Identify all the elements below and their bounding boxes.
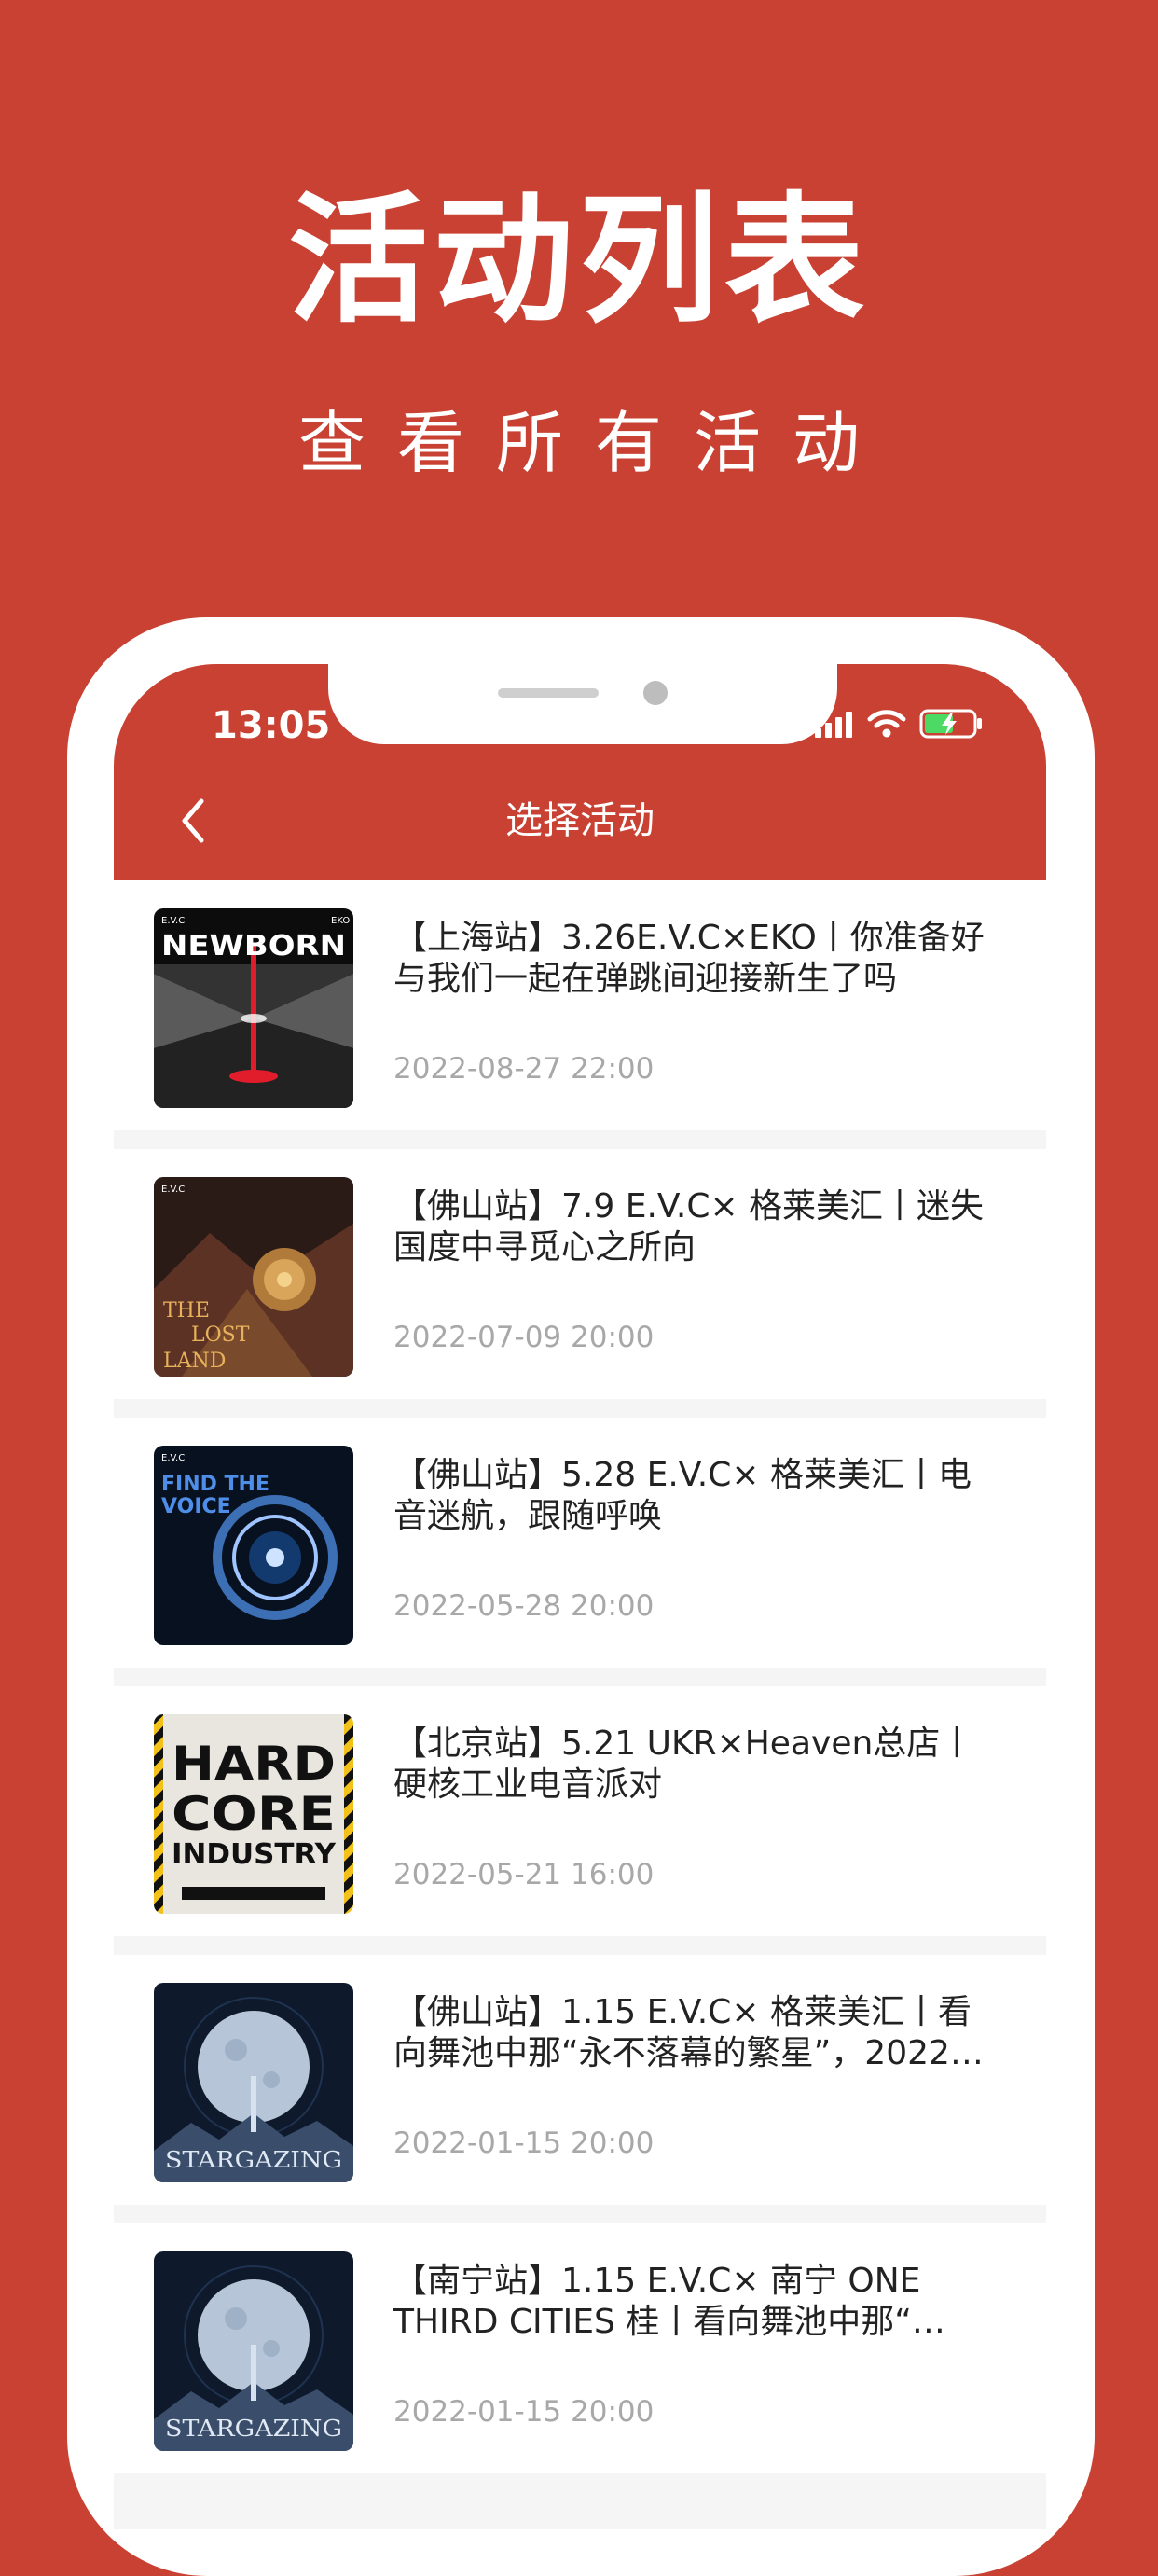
poster-headline-2: LOST [191,1323,250,1347]
poster-headline: STARGAZING [165,2147,342,2173]
event-item[interactable]: STARGAZING 【佛山站】1.15 E.V.C× 格莱美汇丨看向舞池中那“… [114,1955,1046,2205]
phone-notch [328,664,837,744]
poster-line-2: CORE [172,1787,336,1841]
event-item[interactable]: HARD CORE INDUSTRY 【北京站】5.21 UKR×Heaven总… [114,1686,1046,1936]
event-date: 2022-07-09 20:00 [393,1321,655,1354]
event-poster: E.V.C THE LOST LAND [154,1177,353,1377]
poster-headline-3: LAND [163,1350,226,1373]
event-title: 【佛山站】5.28 E.V.C× 格莱美汇丨电音迷航，跟随呼唤 [393,1456,972,1535]
poster-label-right: EKO [331,916,350,926]
poster-line-1: HARD [172,1737,336,1791]
status-icons [813,705,985,746]
nav-title: 选择活动 [505,799,655,842]
poster-headline: STARGAZING [165,2416,342,2442]
promo-subtitle: 查看所有活动 [297,404,891,482]
event-title: 【上海站】3.26E.V.C×EKO丨你准备好与我们一起在弹跳间迎接新生了吗 [393,919,985,998]
notch-camera [643,681,668,705]
poster-line-3: INDUSTRY [172,1838,337,1871]
event-poster: E.V.C EKO NEWBORN [154,908,353,1108]
event-item[interactable]: E.V.C FIND THE VOICE 【佛山站】5.28 E.V.C× 格莱… [114,1418,1046,1668]
event-list: E.V.C EKO NEWBORN 【上海站】3.26E.V.C×EKO丨你准备… [114,880,1046,2492]
event-poster: E.V.C FIND THE VOICE [154,1446,353,1645]
poster-label-left: E.V.C [161,1453,185,1463]
event-date: 2022-01-15 20:00 [393,2126,655,2160]
event-item[interactable]: E.V.C EKO NEWBORN 【上海站】3.26E.V.C×EKO丨你准备… [114,880,1046,1130]
event-poster: STARGAZING [154,1983,353,2182]
poster-headline-2: VOICE [161,1495,231,1518]
poster-headline-1: FIND THE [161,1473,269,1496]
poster-label-left: E.V.C [161,1184,185,1195]
poster-label-left: E.V.C [161,916,185,926]
event-title: 【南宁站】1.15 E.V.C× 南宁 ONE THIRD CITIES 桂丨看… [393,2262,945,2341]
event-poster: STARGAZING [154,2251,353,2451]
poster-headline: NEWBORN [161,930,346,963]
event-title: 【佛山站】7.9 E.V.C× 格莱美汇丨迷失国度中寻觅心之所向 [393,1187,985,1267]
event-poster: HARD CORE INDUSTRY [154,1714,353,1914]
status-time: 13:05 [212,704,331,747]
notch-speaker [498,688,599,698]
event-title: 【佛山站】1.15 E.V.C× 格莱美汇丨看向舞池中那“永不落幕的繁星”，20… [393,1993,984,2072]
event-date: 2022-05-28 20:00 [393,1589,655,1623]
app-header: 13:05 选择活动 [114,664,1046,880]
event-item[interactable]: E.V.C THE LOST LAND 【佛山站】7.9 E.V.C× 格莱美汇… [114,1149,1046,1399]
phone-screen: 13:05 选择活动 E.V.C EKO NEWBORN 【上海站】3.26E.… [114,664,1046,2529]
battery-charging-icon [919,708,985,743]
event-date: 2022-08-27 22:00 [393,1052,655,1086]
wifi-icon [867,709,906,742]
event-title: 【北京站】5.21 UKR×Heaven总店丨硬核工业电音派对 [393,1724,974,1804]
event-item[interactable]: STARGAZING 【南宁站】1.15 E.V.C× 南宁 ONE THIRD… [114,2223,1046,2473]
poster-headline-1: THE [163,1299,210,1323]
promo-title: 活动列表 [287,180,870,342]
event-date: 2022-01-15 20:00 [393,2395,655,2429]
event-date: 2022-05-21 16:00 [393,1858,655,1891]
